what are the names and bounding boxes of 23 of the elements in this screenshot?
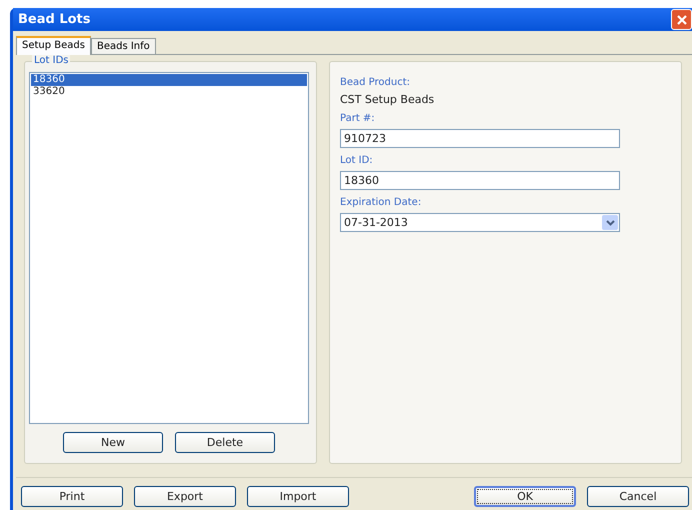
tab[interactable]: Beads Info (90, 38, 156, 54)
list-item[interactable]: 33620 (31, 86, 307, 98)
field-label: Lot ID: (340, 155, 373, 166)
close-icon (676, 14, 688, 26)
window-title: Bead Lots (18, 12, 90, 27)
field-label: Expiration Date: (340, 197, 422, 208)
group-label: Lot IDs (32, 55, 70, 66)
list-button[interactable]: Delete (175, 432, 275, 453)
product-name: CST Setup Beads (340, 93, 434, 106)
footer-button[interactable]: Cancel (587, 486, 689, 507)
input-field[interactable]: 910723 (340, 129, 620, 148)
footer-button[interactable]: OK (474, 486, 576, 507)
list-button[interactable]: New (63, 432, 163, 453)
footer-button[interactable]: Print (21, 486, 123, 507)
date-dropdown[interactable]: 07-31-2013 (340, 213, 620, 232)
input-field[interactable]: 18360 (340, 171, 620, 190)
footer-button[interactable]: Export (134, 486, 236, 507)
footer-button[interactable]: Import (247, 486, 349, 507)
tab[interactable]: Setup Beads (16, 36, 91, 55)
close-button[interactable] (671, 9, 692, 30)
field-label: Bead Product: (340, 77, 410, 88)
field-label: Part #: (340, 113, 375, 124)
list-item[interactable]: 18360 (31, 74, 307, 86)
